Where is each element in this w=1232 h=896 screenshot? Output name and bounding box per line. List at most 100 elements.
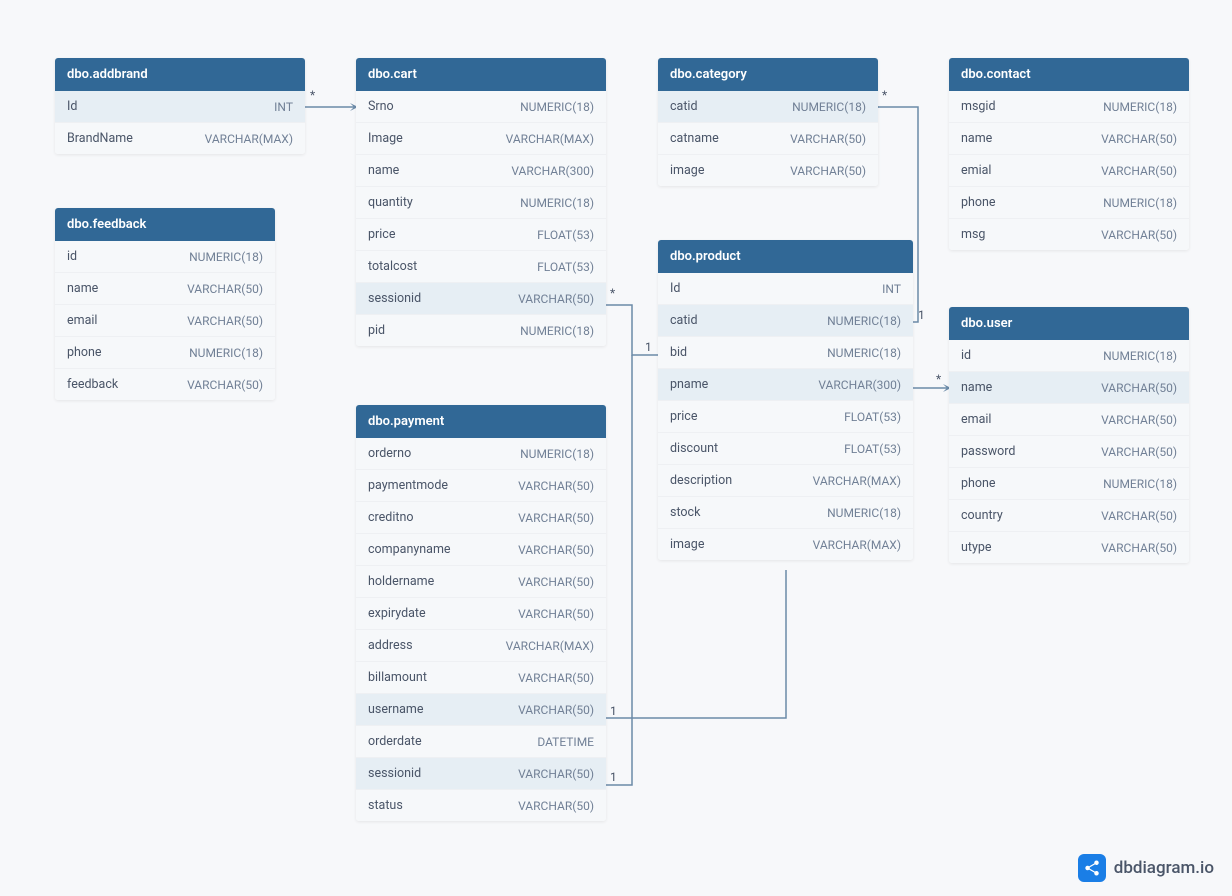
table-payment[interactable]: dbo.paymentordernoNUMERIC(18)paymentmode… — [356, 405, 606, 821]
table-category[interactable]: dbo.categorycatidNUMERIC(18) catname VARCH… — [658, 58, 878, 186]
column-type: VARCHAR(300) — [818, 378, 901, 392]
table-row[interactable]: usernameVARCHAR(50) — [356, 694, 606, 726]
table-row[interactable]: emailVARCHAR(50) — [55, 305, 275, 337]
table-row[interactable]: billamountVARCHAR(50) — [356, 662, 606, 694]
table-row[interactable]: idNUMERIC(18) — [55, 241, 275, 273]
table-row[interactable]: companynameVARCHAR(50) — [356, 534, 606, 566]
column-name: sessionid — [368, 766, 421, 781]
table-row[interactable]: sessionidVARCHAR(50) — [356, 758, 606, 790]
table-header[interactable]: dbo.user — [949, 307, 1189, 340]
table-row[interactable]: utypeVARCHAR(50) — [949, 532, 1189, 563]
column-name: email — [961, 412, 991, 427]
table-row[interactable]: totalcostFLOAT(53) — [356, 251, 606, 283]
table-header[interactable]: dbo.category — [658, 58, 878, 91]
column-name: name — [67, 281, 98, 296]
column-name: companyname — [368, 542, 451, 557]
table-row[interactable]: priceFLOAT(53) — [356, 219, 606, 251]
table-row[interactable]: feedbackVARCHAR(50) — [55, 369, 275, 400]
column-type: VARCHAR(50) — [187, 314, 263, 328]
table-row[interactable]: bidNUMERIC(18) — [658, 337, 913, 369]
table-row[interactable]: discountFLOAT(53) — [658, 433, 913, 465]
column-name: pname — [670, 377, 708, 392]
table-header[interactable]: dbo.feedback — [55, 208, 275, 241]
column-type: VARCHAR(MAX) — [205, 132, 293, 146]
column-name: price — [670, 409, 697, 424]
column-type: VARCHAR(50) — [1101, 228, 1177, 242]
table-header[interactable]: dbo.addbrand — [55, 58, 305, 91]
table-row[interactable]: password VARCHAR(50) — [949, 436, 1189, 468]
table-row[interactable]: BrandNameVARCHAR(MAX) — [55, 123, 305, 154]
table-row[interactable]: creditnoVARCHAR(50) — [356, 502, 606, 534]
column-name: msg — [961, 227, 985, 242]
table-row[interactable]: imageVARCHAR(MAX) — [658, 529, 913, 560]
table-row[interactable]: ordernoNUMERIC(18) — [356, 438, 606, 470]
table-row[interactable]: phoneNUMERIC(18) — [949, 187, 1189, 219]
table-row[interactable]: idNUMERIC(18) — [949, 340, 1189, 372]
table-row[interactable]: IdINT — [55, 91, 305, 123]
table-feedback[interactable]: dbo.feedbackidNUMERIC(18) name VARCHAR(50)… — [55, 208, 275, 400]
table-row[interactable]: msgidNUMERIC(18) — [949, 91, 1189, 123]
table-row[interactable]: pname VARCHAR(300) — [658, 369, 913, 401]
table-row[interactable]: phoneNUMERIC(18) — [55, 337, 275, 369]
table-row[interactable]: ImageVARCHAR(MAX) — [356, 123, 606, 155]
column-name: quantity — [368, 195, 413, 210]
table-row[interactable]: countryVARCHAR(50) — [949, 500, 1189, 532]
table-row[interactable]: paymentmodeVARCHAR(50) — [356, 470, 606, 502]
cardinality-one: 1 — [610, 770, 617, 784]
cardinality-star: * — [610, 286, 615, 300]
table-row[interactable]: nameVARCHAR(50) — [949, 372, 1189, 404]
table-row[interactable]: catidNUMERIC(18) — [658, 91, 878, 123]
table-row[interactable]: email VARCHAR(50) — [949, 404, 1189, 436]
table-row[interactable]: holdernameVARCHAR(50) — [356, 566, 606, 598]
table-row[interactable]: emialVARCHAR(50) — [949, 155, 1189, 187]
table-row[interactable]: orderdateDATETIME — [356, 726, 606, 758]
column-type: NUMERIC(18) — [827, 506, 901, 520]
table-row[interactable]: pidNUMERIC(18) — [356, 315, 606, 346]
column-type: VARCHAR(MAX) — [813, 474, 901, 488]
table-row[interactable]: expirydateVARCHAR(50) — [356, 598, 606, 630]
table-row[interactable]: nameVARCHAR(300) — [356, 155, 606, 187]
table-row[interactable]: IdINT — [658, 273, 913, 305]
table-row[interactable]: priceFLOAT(53) — [658, 401, 913, 433]
table-row[interactable]: catidNUMERIC(18) — [658, 305, 913, 337]
table-row[interactable]: name VARCHAR(50) — [55, 273, 275, 305]
table-row[interactable]: statusVARCHAR(50) — [356, 790, 606, 821]
table-header[interactable]: dbo.contact — [949, 58, 1189, 91]
cardinality-one: 1 — [645, 340, 652, 354]
table-row[interactable]: msg VARCHAR(50) — [949, 219, 1189, 250]
column-name: Id — [670, 281, 680, 296]
table-row[interactable]: addressVARCHAR(MAX) — [356, 630, 606, 662]
column-name: creditno — [368, 510, 414, 525]
table-contact[interactable]: dbo.contactmsgidNUMERIC(18)nameVARCHAR(5… — [949, 58, 1189, 250]
table-user[interactable]: dbo.useridNUMERIC(18)nameVARCHAR(50)emai… — [949, 307, 1189, 563]
table-row[interactable]: nameVARCHAR(50) — [949, 123, 1189, 155]
table-cart[interactable]: dbo.cartSrnoNUMERIC(18)ImageVARCHAR(MAX)… — [356, 58, 606, 346]
table-row[interactable]: quantityNUMERIC(18) — [356, 187, 606, 219]
column-name: password — [961, 444, 1015, 459]
column-name: paymentmode — [368, 478, 448, 493]
table-row[interactable]: SrnoNUMERIC(18) — [356, 91, 606, 123]
column-type: INT — [274, 100, 293, 114]
column-type: NUMERIC(18) — [1103, 100, 1177, 114]
table-row[interactable]: descriptionVARCHAR(MAX) — [658, 465, 913, 497]
column-type: VARCHAR(50) — [790, 132, 866, 146]
column-name: utype — [961, 540, 992, 555]
table-row[interactable]: stockNUMERIC(18) — [658, 497, 913, 529]
column-name: catname — [670, 131, 719, 146]
column-type: VARCHAR(50) — [1101, 445, 1177, 459]
column-type: VARCHAR(50) — [1101, 413, 1177, 427]
table-header[interactable]: dbo.cart — [356, 58, 606, 91]
table-product[interactable]: dbo.productIdINTcatidNUMERIC(18)bidNUMER… — [658, 240, 913, 560]
diagram-canvas[interactable]: * * * 1 1 * 1 1 dbo.addbrandIdINTBrandNa… — [0, 0, 1232, 896]
column-type: VARCHAR(50) — [187, 378, 263, 392]
table-header[interactable]: dbo.payment — [356, 405, 606, 438]
table-addbrand[interactable]: dbo.addbrandIdINTBrandNameVARCHAR(MAX) — [55, 58, 305, 154]
table-header[interactable]: dbo.product — [658, 240, 913, 273]
table-row[interactable]: phoneNUMERIC(18) — [949, 468, 1189, 500]
table-row[interactable]: catname VARCHAR(50) — [658, 123, 878, 155]
column-type: VARCHAR(50) — [1101, 164, 1177, 178]
column-name: name — [961, 131, 992, 146]
column-type: VARCHAR(50) — [187, 282, 263, 296]
table-row[interactable]: sessionidVARCHAR(50) — [356, 283, 606, 315]
table-row[interactable]: imageVARCHAR(50) — [658, 155, 878, 186]
